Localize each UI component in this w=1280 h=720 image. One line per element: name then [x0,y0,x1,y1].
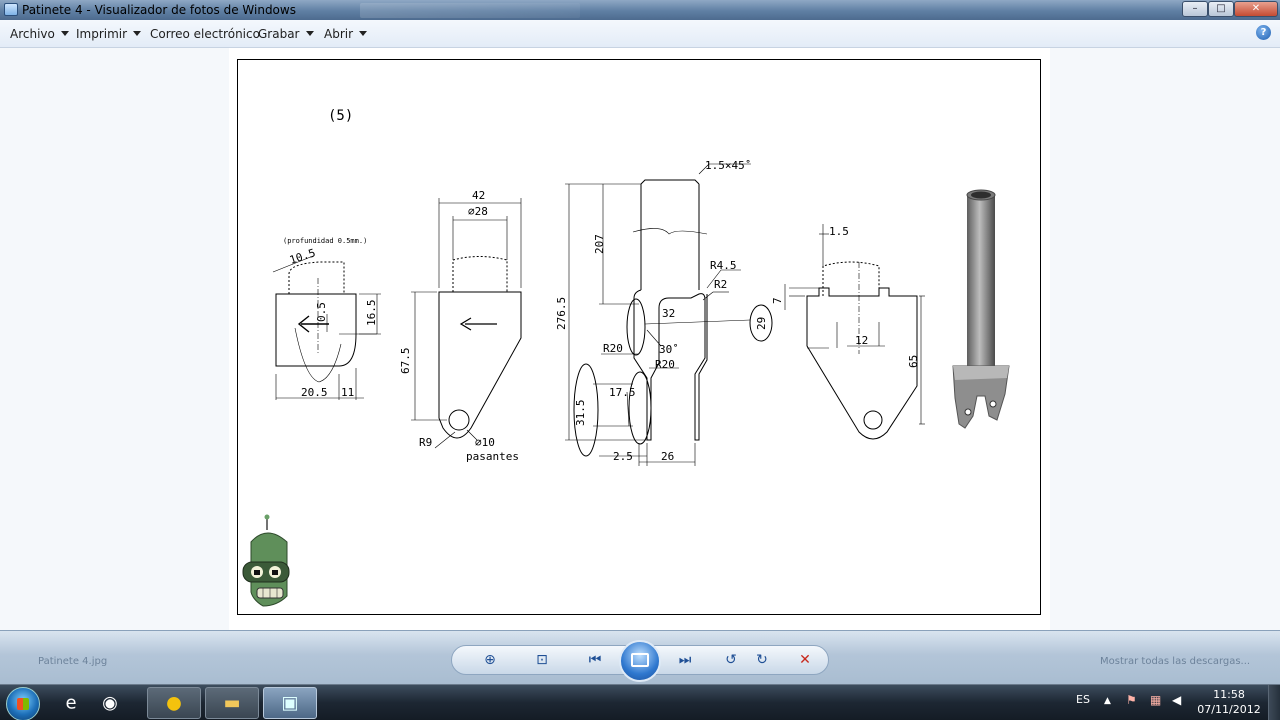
dim-12: 12 [855,334,868,347]
chrome-icon: ● [166,692,182,714]
volume-icon[interactable]: ◀ [1172,693,1181,707]
show-desktop-button[interactable] [1268,685,1280,720]
dim-diam10: ⌀10 [475,436,495,449]
slideshow-button[interactable] [619,640,661,682]
dim-31-5: 31.5 [574,400,587,427]
close-button[interactable]: ✕ [1234,1,1278,17]
taskbar-ie[interactable]: e [54,687,88,719]
dim-20-5: 20.5 [301,386,328,399]
menu-abrir[interactable]: Abrir [324,27,368,41]
network-icon[interactable]: ▦ [1150,693,1161,707]
background-browser-tabs [360,3,580,18]
folder-icon: ▬ [223,692,241,714]
dim-r2: R2 [714,278,727,291]
dim-7: 7 [771,297,784,304]
dim-26: 26 [661,450,674,463]
viewer-control-bar: Patinete 4.jpg Mostrar todas las descarg… [0,630,1280,684]
dim-chamfer: 1.5×45˚ [705,159,751,172]
taskbar-chrome[interactable]: ● [147,687,201,719]
start-button[interactable] [6,687,40,720]
next-icon[interactable]: ⏭ [673,650,697,670]
dim-1-5: 1.5 [829,225,849,238]
reflected-downloads: Mostrar todas las descargas... [1100,656,1251,667]
delete-icon[interactable]: ✕ [793,650,817,670]
rotate-right-icon[interactable]: ↻ [750,650,774,670]
dim-2-5: 2.5 [613,450,633,463]
chevron-down-icon [133,31,142,36]
chevron-down-icon [359,31,368,36]
photo-viewer-icon: ▣ [281,692,299,714]
slideshow-icon [631,653,649,667]
dim-r20-a: R20 [603,342,623,355]
dim-pasantes: pasantes [466,450,519,463]
menu-correo-label: Correo electrónico [150,27,260,41]
minimize-button[interactable]: – [1182,1,1208,17]
fit-window-icon[interactable]: ⊡ [530,650,554,670]
dim-65: 65 [907,355,920,368]
dim-17-5: 17.5 [609,386,636,399]
menu-grabar[interactable]: Grabar [258,27,314,41]
photo-viewer-window: Patinete 4 - Visualizador de fotos de Wi… [0,0,1280,720]
dim-29: 29 [755,317,768,330]
title-bar: Patinete 4 - Visualizador de fotos de Wi… [0,0,1280,20]
photo-viewer-icon [4,3,18,16]
technical-drawing: (5) (profundidad 0.5mm.) 10.5 0.5 16.5 2… [237,59,1041,615]
maximize-button[interactable]: □ [1208,1,1234,17]
dim-diam28: ⌀28 [468,205,488,218]
view-number: (5) [328,108,353,124]
right-view [784,224,925,440]
chevron-down-icon [305,31,314,36]
menu-imprimir-label: Imprimir [76,27,128,41]
clock-date[interactable]: 07/11/2012 [1196,703,1262,716]
dim-r9: R9 [419,436,432,449]
help-icon[interactable]: ? [1256,25,1271,40]
internet-explorer-icon: e [65,692,77,714]
left-view [272,255,381,400]
taskbar-media-player[interactable]: ◉ [92,687,128,719]
menu-grabar-label: Grabar [258,27,300,41]
rotate-left-icon[interactable]: ↺ [719,650,743,670]
taskbar-photo-viewer[interactable]: ▣ [263,687,317,719]
dim-10-5: 10.5 [288,246,317,267]
window-title: Patinete 4 - Visualizador de fotos de Wi… [22,3,296,17]
menu-archivo-label: Archivo [10,27,55,41]
menu-archivo[interactable]: Archivo [10,27,69,41]
previous-icon[interactable]: ⏮ [583,650,607,670]
menu-bar: Archivo Imprimir Correo electrónico Grab… [0,20,1280,48]
dim-11: 11 [341,386,354,399]
dim-42: 42 [472,189,485,202]
action-center-icon[interactable]: ⚑ [1126,693,1137,707]
language-indicator[interactable]: ES [1076,693,1090,706]
menu-correo[interactable]: Correo electrónico [150,27,260,41]
menu-abrir-label: Abrir [324,27,354,41]
dim-r4-5: R4.5 [710,259,737,272]
dim-67-5: 67.5 [399,348,412,375]
drawing-frame [237,59,1041,615]
dim-r20-b: R20 [655,358,675,371]
bender-logo [242,514,290,607]
zoom-icon[interactable]: ⊕ [478,650,502,670]
dim-30deg: 30˚ [659,343,679,356]
dim-0-5: 0.5 [315,302,328,322]
chevron-down-icon [60,31,69,36]
menu-imprimir[interactable]: Imprimir [76,27,142,41]
depth-note: (profundidad 0.5mm.) [283,237,367,245]
clock-time[interactable]: 11:58 [1206,688,1252,701]
media-player-icon: ◉ [102,692,118,714]
dim-32: 32 [662,307,675,320]
taskbar: e ◉ ● ▬ ▣ ES ▲ ⚑ ▦ ◀ 11:58 07/11/2012 [0,684,1280,720]
front-view [411,198,522,449]
taskbar-explorer[interactable]: ▬ [205,687,259,719]
reflected-filename: Patinete 4.jpg [38,656,108,667]
image-canvas: (5) (profundidad 0.5mm.) 10.5 0.5 16.5 2… [229,48,1050,630]
scooter-fork-3d-render [952,189,1010,429]
dim-16-5: 16.5 [365,300,378,327]
tray-expand-icon[interactable]: ▲ [1104,696,1111,706]
dim-276-5: 276.5 [555,297,568,330]
dim-207: 207 [593,234,606,254]
image-viewer: (5) (profundidad 0.5mm.) 10.5 0.5 16.5 2… [0,48,1280,630]
